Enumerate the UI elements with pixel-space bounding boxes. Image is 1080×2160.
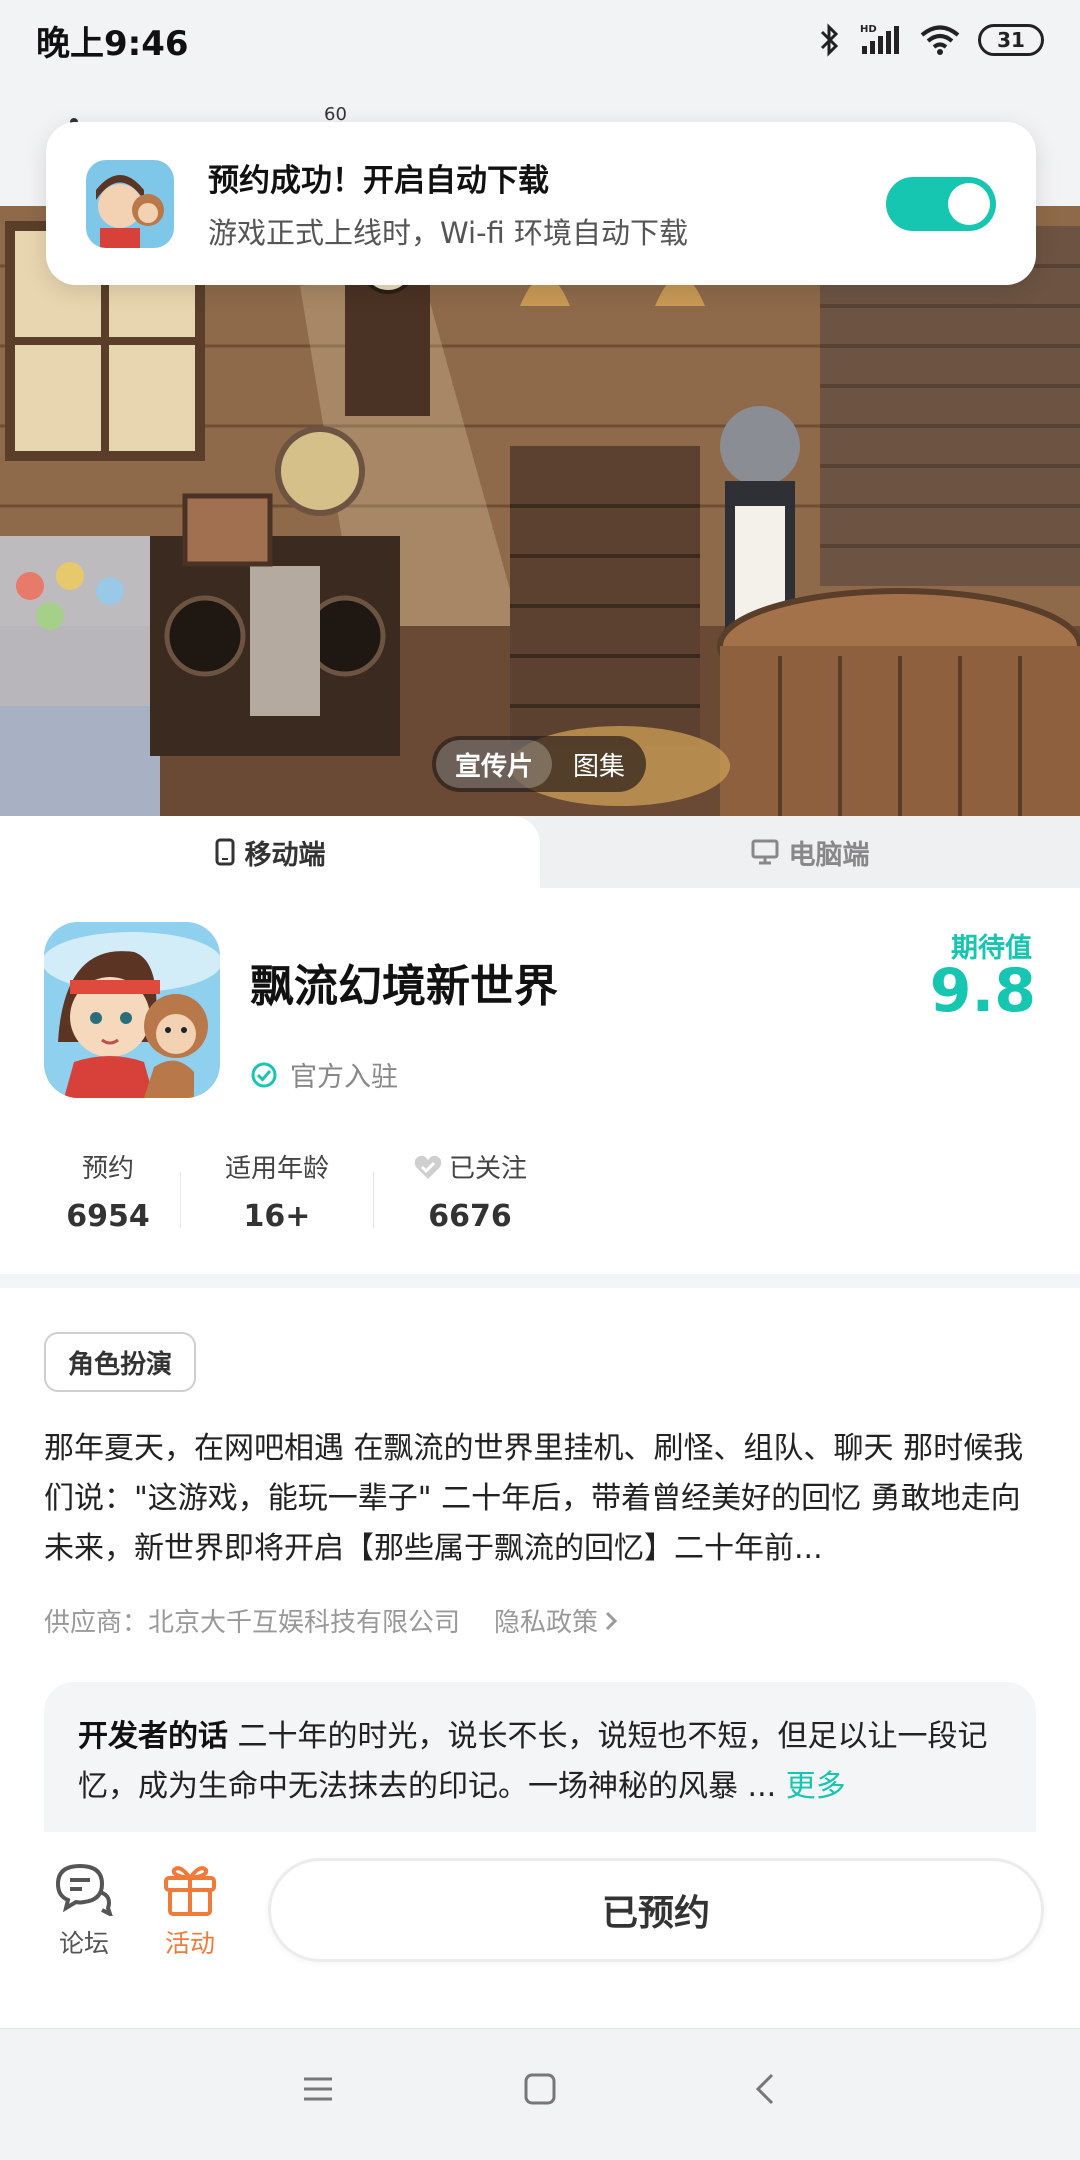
bluetooth-icon: [820, 23, 839, 57]
verified-icon: [251, 1062, 277, 1087]
stat-label: 适用年龄: [224, 1154, 329, 1184]
section-divider: [0, 1274, 1080, 1288]
stat-reservations: 预约 6954: [44, 1148, 172, 1234]
stat-value: 6954: [66, 1199, 150, 1234]
developer-note-title: 开发者的话: [78, 1719, 228, 1754]
menu-icon[interactable]: [300, 2071, 336, 2107]
notification-app-icon: [86, 159, 174, 248]
notification-subtitle: 游戏正式上线时，Wi-fi 环境自动下载: [208, 216, 689, 250]
status-bar: 晚上9:46 HD 31: [0, 0, 1080, 80]
expect-value: 9.8: [929, 956, 1036, 1026]
notification-text: 预约成功！开启自动下载 游戏正式上线时，Wi-fi 环境自动下载: [208, 155, 688, 252]
wifi-icon: [920, 25, 960, 55]
status-icons: HD 31: [818, 22, 1044, 58]
hd-signal-icon: HD: [860, 24, 899, 54]
activity-button[interactable]: 活动: [162, 1862, 218, 1960]
tab-mobile[interactable]: 移动端: [0, 816, 540, 888]
stats-row: 预约 6954 适用年龄 16+ 已关注 6676: [44, 1148, 530, 1234]
stat-followers[interactable]: 已关注 6676: [410, 1148, 530, 1234]
divider: [180, 1172, 181, 1228]
forum-label: 论坛: [58, 1929, 109, 1958]
developer-note[interactable]: 开发者的话 二十年的时光，说长不长，说短也不短，但足以让一段记忆，成为生命中无法…: [44, 1682, 1036, 1832]
svg-text:HD: HD: [860, 24, 877, 35]
forum-button[interactable]: 论坛: [54, 1862, 114, 1960]
tab-pc-label: 电脑端: [788, 839, 870, 871]
hero-image[interactable]: [0, 206, 1080, 816]
followed-label: 已关注: [448, 1154, 527, 1184]
status-time: 晚上9:46: [36, 23, 189, 64]
platform-tabs: 移动端 电脑端: [0, 816, 1080, 888]
phone-icon: [215, 838, 234, 866]
supplier-row: 供应商：北京大千互娱科技有限公司 隐私政策: [44, 1602, 618, 1639]
tab-trailer[interactable]: 宣传片: [436, 740, 552, 788]
tab-pc[interactable]: 电脑端: [540, 816, 1080, 888]
system-nav-bar: [0, 2028, 1080, 2160]
reservation-notification: 预约成功！开启自动下载 游戏正式上线时，Wi-fi 环境自动下载: [46, 122, 1036, 285]
media-switch: 宣传片 图集: [432, 736, 646, 792]
toggle-knob: [948, 182, 990, 225]
divider: [373, 1172, 374, 1228]
battery-level: 31: [997, 28, 1025, 52]
auto-download-toggle[interactable]: [886, 176, 996, 231]
stat-value: 16+: [243, 1199, 311, 1234]
back-nav-icon[interactable]: [748, 2071, 784, 2107]
monitor-icon: [751, 839, 778, 865]
more-link[interactable]: 更多: [786, 1769, 846, 1804]
action-bar: 论坛 活动 已预约: [0, 1832, 1080, 2028]
heart-check-icon: [414, 1155, 442, 1179]
battery-icon: 31: [978, 24, 1044, 56]
gift-icon: [164, 1866, 216, 1916]
hero-illustration: [0, 206, 1080, 816]
official-label: 官方入驻: [290, 1062, 398, 1093]
reserved-button[interactable]: 已预约: [268, 1858, 1044, 1962]
activity-label: 活动: [164, 1929, 215, 1958]
chevron-right-icon: [605, 1611, 618, 1630]
genre-tag[interactable]: 角色扮演: [44, 1332, 197, 1392]
privacy-label: 隐私政策: [494, 1608, 599, 1638]
notification-title: 预约成功！开启自动下载: [208, 163, 549, 199]
supplier-text: 供应商：北京大千互娱科技有限公司: [44, 1608, 461, 1638]
stat-age: 适用年龄 16+: [217, 1148, 337, 1234]
official-badge: 官方入驻: [250, 1055, 398, 1094]
app-icon: [44, 922, 220, 1098]
app-name: 飘流幻境新世界: [250, 961, 558, 1012]
tab-mobile-label: 移动端: [244, 839, 326, 871]
game-description[interactable]: 那年夏天，在网吧相遇 在飘流的世界里挂机、刷怪、组队、聊天 那时候我们说："这游…: [44, 1424, 1036, 1574]
home-icon[interactable]: [522, 2071, 558, 2107]
stat-value: 6676: [428, 1199, 512, 1234]
tab-gallery[interactable]: 图集: [556, 740, 642, 788]
stat-label: 预约: [81, 1154, 134, 1184]
stat-label-row: 已关注: [413, 1148, 527, 1185]
forum-icon: [55, 1863, 113, 1916]
privacy-link[interactable]: 隐私政策: [494, 1602, 618, 1639]
